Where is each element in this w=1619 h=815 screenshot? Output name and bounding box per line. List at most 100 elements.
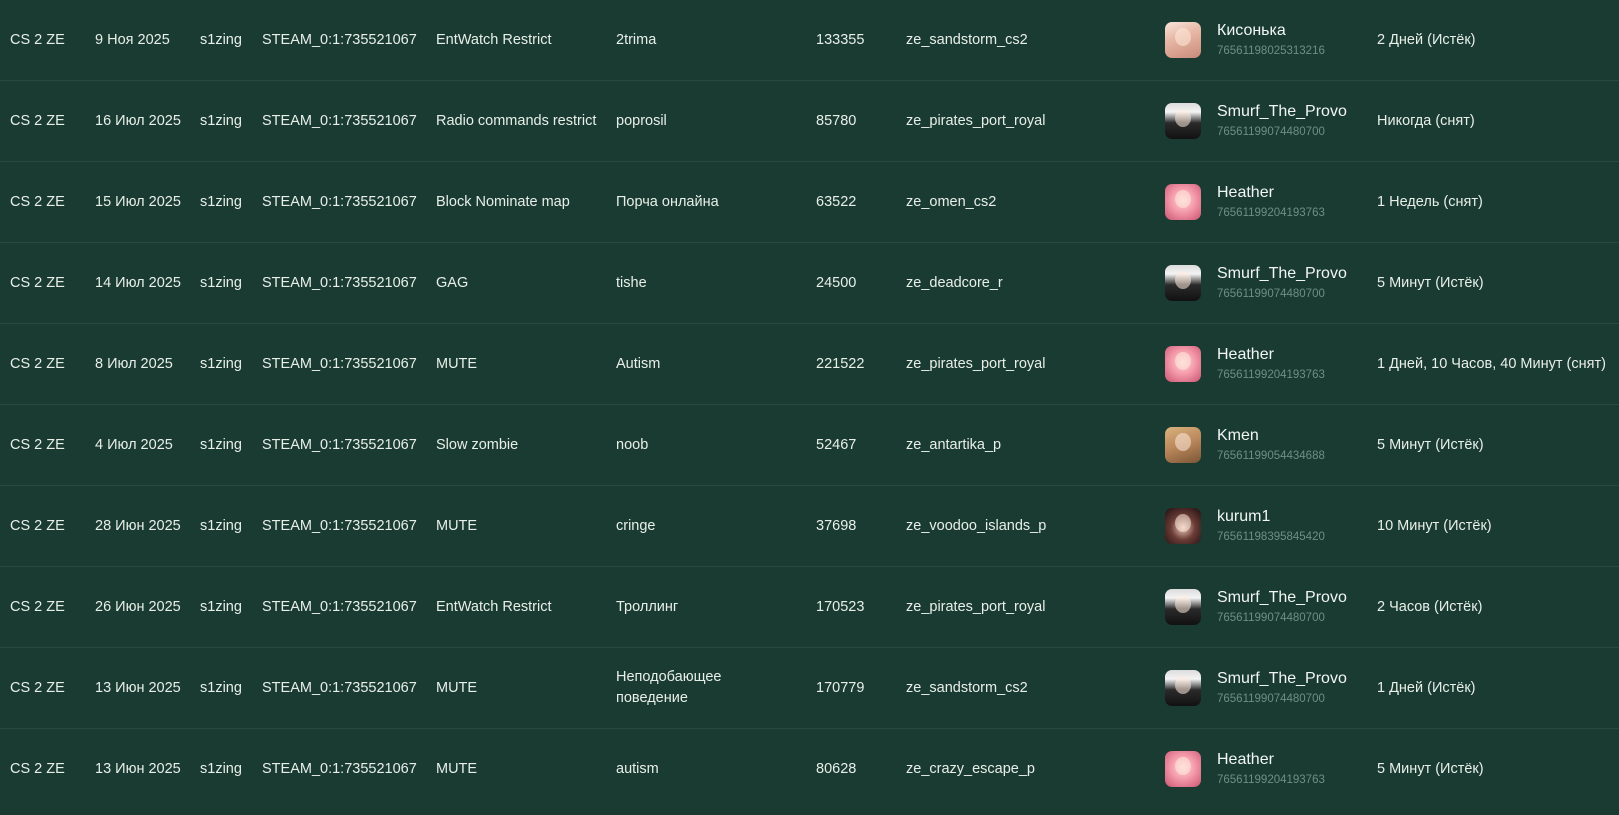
punishments-table: CS 2 ZE 9 Ноя 2025 s1zing STEAM_0:1:7355…: [0, 0, 1619, 810]
player-steam-id: 76561199204193763: [1217, 206, 1325, 219]
avatar[interactable]: [1165, 346, 1201, 382]
server-cell: CS 2 ZE: [10, 355, 65, 372]
player-name[interactable]: Smurf_The_Provo: [1217, 102, 1347, 122]
table-row[interactable]: CS 2 ZE 28 Июн 2025 s1zing STEAM_0:1:735…: [0, 486, 1619, 567]
avatar[interactable]: [1165, 265, 1201, 301]
table-row[interactable]: CS 2 ZE 15 Июл 2025 s1zing STEAM_0:1:735…: [0, 162, 1619, 243]
map-cell: ze_crazy_escape_p: [906, 760, 1035, 777]
table-row[interactable]: CS 2 ZE 14 Июл 2025 s1zing STEAM_0:1:735…: [0, 243, 1619, 324]
avatar[interactable]: [1165, 103, 1201, 139]
admin-cell[interactable]: s1zing: [200, 486, 255, 566]
player-cell[interactable]: Smurf_The_Provo 76561199074480700: [1165, 243, 1365, 323]
steam-id-cell[interactable]: STEAM_0:1:735521067: [262, 405, 437, 485]
punishment-type-cell: Slow zombie: [436, 436, 519, 453]
player-cell[interactable]: Kmen 76561199054434688: [1165, 405, 1365, 485]
avatar[interactable]: [1165, 508, 1201, 544]
duration-cell: 5 Минут (Истёк): [1377, 274, 1484, 291]
server-cell: CS 2 ZE: [10, 760, 65, 777]
avatar[interactable]: [1165, 751, 1201, 787]
player-cell[interactable]: Кисонька 76561198025313216: [1165, 0, 1365, 80]
player-cell[interactable]: Smurf_The_Provo 76561199074480700: [1165, 567, 1365, 647]
date-cell: 15 Июл 2025: [95, 193, 181, 210]
punishment-id-cell: 133355: [816, 31, 865, 48]
player-name[interactable]: Smurf_The_Provo: [1217, 669, 1347, 689]
map-cell: ze_pirates_port_royal: [906, 355, 1046, 372]
player-cell[interactable]: kurum1 76561198395845420: [1165, 486, 1365, 566]
server-cell: CS 2 ZE: [10, 31, 65, 48]
steam-id-cell[interactable]: STEAM_0:1:735521067: [262, 567, 437, 647]
admin-cell[interactable]: s1zing: [200, 648, 255, 728]
table-row[interactable]: CS 2 ZE 9 Ноя 2025 s1zing STEAM_0:1:7355…: [0, 0, 1619, 81]
admin-cell[interactable]: s1zing: [200, 162, 255, 242]
punishment-type-cell: EntWatch Restrict: [436, 31, 552, 48]
player-cell[interactable]: Heather 76561199204193763: [1165, 324, 1365, 404]
punishment-id-cell: 63522: [816, 193, 857, 210]
player-steam-id: 76561199204193763: [1217, 773, 1325, 786]
avatar[interactable]: [1165, 184, 1201, 220]
avatar[interactable]: [1165, 427, 1201, 463]
player-name[interactable]: Smurf_The_Provo: [1217, 264, 1347, 284]
table-row[interactable]: CS 2 ZE 13 Июн 2025 s1zing STEAM_0:1:735…: [0, 729, 1619, 810]
avatar[interactable]: [1165, 670, 1201, 706]
reason-cell: 2trima: [616, 31, 657, 48]
punishment-id-cell: 80628: [816, 760, 857, 777]
reason-cell: cringe: [616, 517, 656, 534]
admin-cell[interactable]: s1zing: [200, 81, 255, 161]
steam-id-cell[interactable]: STEAM_0:1:735521067: [262, 243, 437, 323]
duration-cell: 10 Минут (Истёк): [1377, 517, 1492, 534]
duration-cell: 1 Дней (Истёк): [1377, 679, 1476, 696]
table-row[interactable]: CS 2 ZE 4 Июл 2025 s1zing STEAM_0:1:7355…: [0, 405, 1619, 486]
date-cell: 4 Июл 2025: [95, 436, 173, 453]
table-row[interactable]: CS 2 ZE 16 Июл 2025 s1zing STEAM_0:1:735…: [0, 81, 1619, 162]
table-row[interactable]: CS 2 ZE 26 Июн 2025 s1zing STEAM_0:1:735…: [0, 567, 1619, 648]
avatar[interactable]: [1165, 589, 1201, 625]
steam-id-cell[interactable]: STEAM_0:1:735521067: [262, 81, 437, 161]
reason-cell: noob: [616, 436, 649, 453]
server-cell: CS 2 ZE: [10, 679, 65, 696]
map-cell: ze_sandstorm_cs2: [906, 31, 1028, 48]
player-cell[interactable]: Heather 76561199204193763: [1165, 729, 1365, 809]
date-cell: 14 Июл 2025: [95, 274, 181, 291]
reason-cell: tishe: [616, 274, 647, 291]
player-cell[interactable]: Smurf_The_Provo 76561199074480700: [1165, 81, 1365, 161]
punishment-id-cell: 37698: [816, 517, 857, 534]
player-name[interactable]: Кисонька: [1217, 21, 1325, 41]
admin-cell[interactable]: s1zing: [200, 243, 255, 323]
player-name[interactable]: Heather: [1217, 345, 1325, 365]
avatar[interactable]: [1165, 22, 1201, 58]
admin-cell[interactable]: s1zing: [200, 324, 255, 404]
table-row[interactable]: CS 2 ZE 8 Июл 2025 s1zing STEAM_0:1:7355…: [0, 324, 1619, 405]
steam-id-cell[interactable]: STEAM_0:1:735521067: [262, 162, 437, 242]
player-steam-id: 76561199074480700: [1217, 125, 1325, 138]
date-cell: 8 Июл 2025: [95, 355, 173, 372]
map-cell: ze_pirates_port_royal: [906, 598, 1046, 615]
punishment-type-cell: Block Nominate map: [436, 193, 570, 210]
steam-id-cell[interactable]: STEAM_0:1:735521067: [262, 486, 437, 566]
player-name[interactable]: kurum1: [1217, 507, 1325, 527]
server-cell: CS 2 ZE: [10, 193, 65, 210]
admin-cell[interactable]: s1zing: [200, 405, 255, 485]
steam-id-cell[interactable]: STEAM_0:1:735521067: [262, 0, 437, 80]
player-name[interactable]: Kmen: [1217, 426, 1325, 446]
punishment-id-cell: 24500: [816, 274, 857, 291]
table-row[interactable]: CS 2 ZE 13 Июн 2025 s1zing STEAM_0:1:735…: [0, 648, 1619, 729]
reason-cell: autism: [616, 760, 659, 777]
admin-cell[interactable]: s1zing: [200, 0, 255, 80]
player-name[interactable]: Heather: [1217, 183, 1325, 203]
steam-id-cell[interactable]: STEAM_0:1:735521067: [262, 729, 437, 809]
admin-cell[interactable]: s1zing: [200, 729, 255, 809]
map-cell: ze_antartika_p: [906, 436, 1002, 453]
player-cell[interactable]: Smurf_The_Provo 76561199074480700: [1165, 648, 1365, 728]
admin-cell[interactable]: s1zing: [200, 567, 255, 647]
reason-cell: Неподобающее поведение: [616, 669, 722, 706]
player-cell[interactable]: Heather 76561199204193763: [1165, 162, 1365, 242]
steam-id-cell[interactable]: STEAM_0:1:735521067: [262, 648, 437, 728]
steam-id-cell[interactable]: STEAM_0:1:735521067: [262, 324, 437, 404]
duration-cell: Никогда (снят): [1377, 112, 1475, 129]
date-cell: 13 Июн 2025: [95, 679, 181, 696]
player-name[interactable]: Heather: [1217, 750, 1325, 770]
punishment-type-cell: GAG: [436, 274, 469, 291]
punishment-type-cell: MUTE: [436, 517, 478, 534]
player-name[interactable]: Smurf_The_Provo: [1217, 588, 1347, 608]
punishment-id-cell: 52467: [816, 436, 857, 453]
